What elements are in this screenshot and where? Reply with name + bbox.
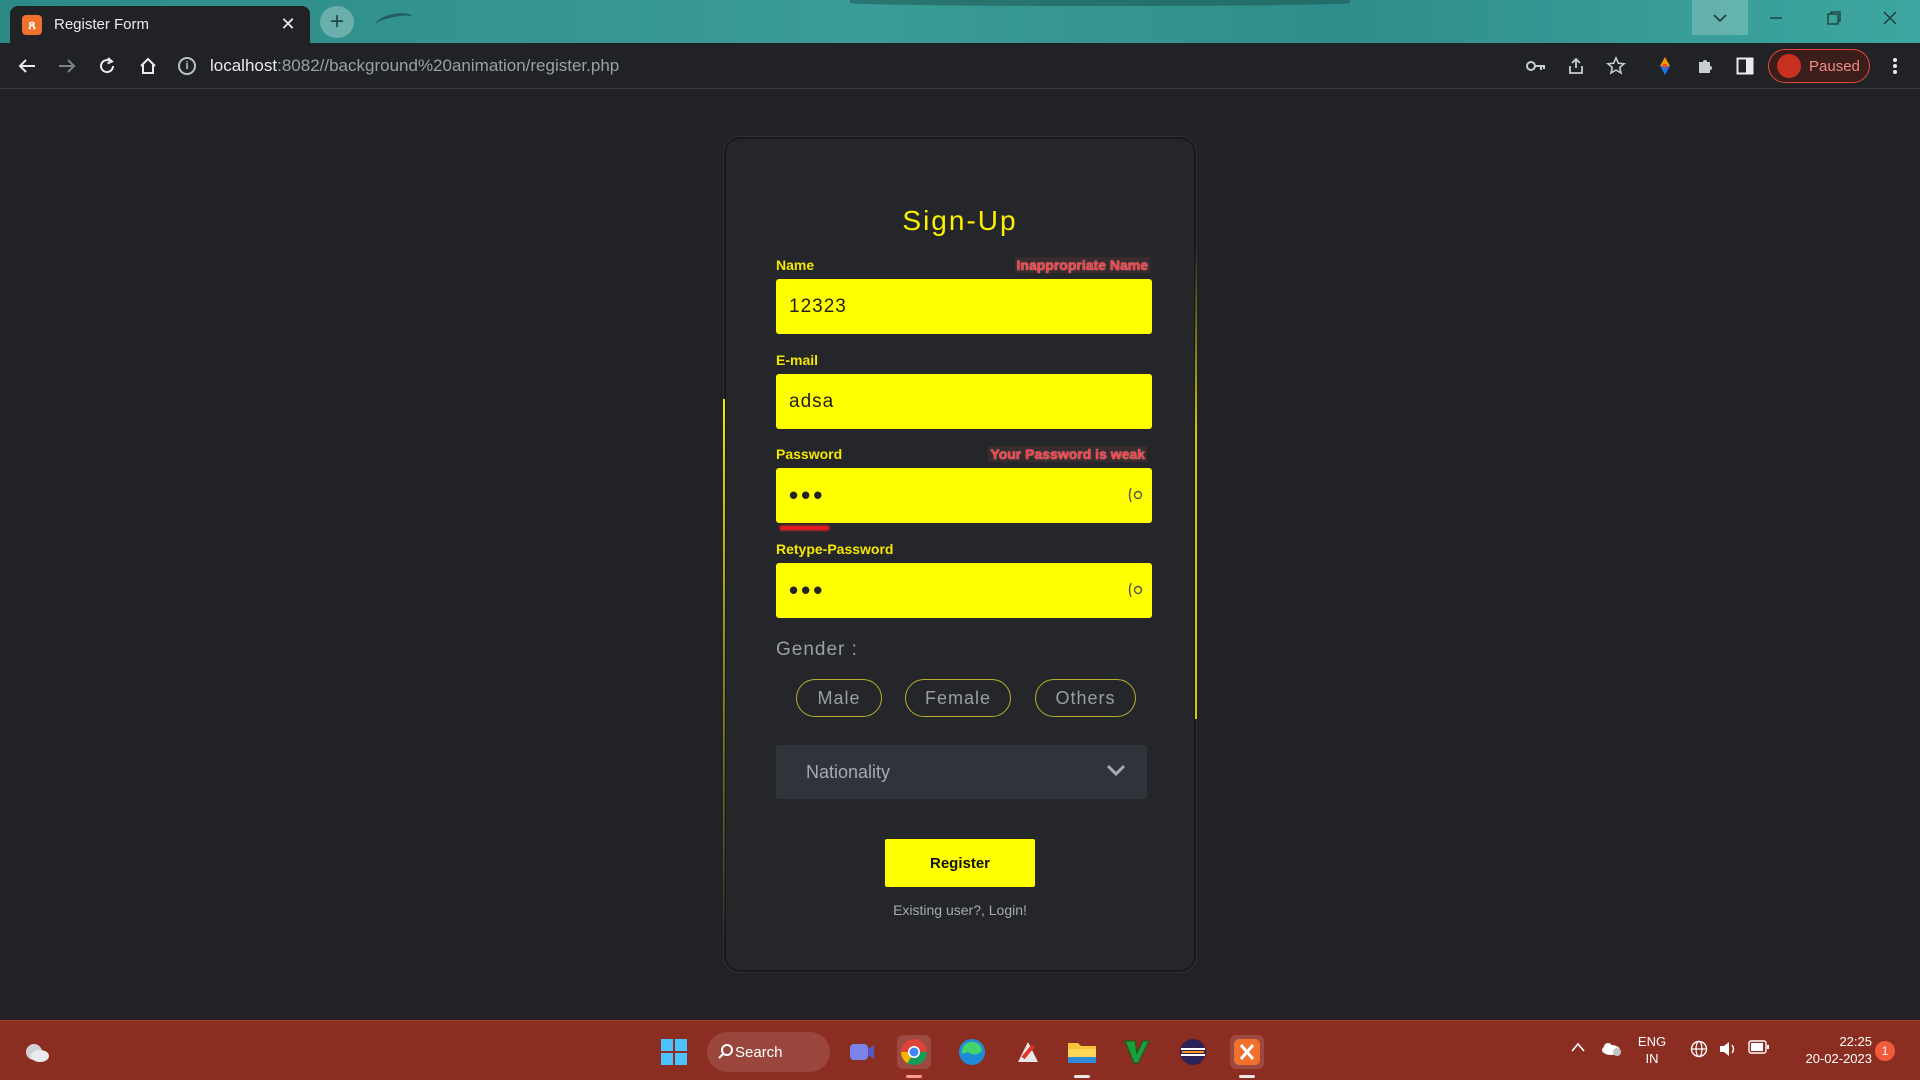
- retype-password-value: •••: [789, 575, 826, 605]
- xampp-favicon-icon: ጸ: [22, 14, 42, 35]
- search-icon: [718, 1044, 733, 1059]
- password-strength-bar: [780, 526, 829, 530]
- xampp-open-indicator: [1239, 1075, 1255, 1078]
- chevron-down-icon: [1106, 764, 1126, 777]
- notification-badge[interactable]: 1: [1875, 1041, 1895, 1061]
- explorer-open-indicator: [1074, 1075, 1090, 1078]
- new-tab-button[interactable]: +: [320, 6, 354, 38]
- tab-title: Register Form: [54, 16, 150, 33]
- nationality-select[interactable]: Nationality: [776, 745, 1147, 799]
- battery-icon[interactable]: [1748, 1040, 1770, 1059]
- gender-option-others[interactable]: Others: [1035, 679, 1136, 717]
- language-code: ENG: [1637, 1034, 1667, 1049]
- forward-button[interactable]: [52, 51, 82, 81]
- network-globe-icon[interactable]: [1690, 1040, 1708, 1063]
- gender-label: Gender :: [776, 639, 858, 660]
- back-button[interactable]: [12, 51, 42, 81]
- language-indicator[interactable]: ENG IN: [1634, 1033, 1670, 1067]
- password-input[interactable]: •••: [776, 468, 1152, 523]
- site-info-icon[interactable]: i: [178, 57, 196, 75]
- home-button[interactable]: [133, 51, 163, 81]
- name-label: Name: [776, 257, 815, 273]
- xampp-icon[interactable]: [1230, 1035, 1264, 1078]
- eclipse-icon[interactable]: [1176, 1035, 1210, 1069]
- email-input[interactable]: adsa: [776, 374, 1152, 429]
- profile-paused-button[interactable]: Paused: [1768, 49, 1870, 83]
- card-glow-left: [723, 399, 725, 939]
- forward-arrow-icon: [59, 59, 76, 73]
- restore-button[interactable]: [1806, 0, 1862, 35]
- tab-search-button[interactable]: [1692, 0, 1748, 35]
- reload-button[interactable]: [92, 51, 122, 81]
- share-icon[interactable]: [1561, 51, 1591, 81]
- back-arrow-icon: [18, 59, 35, 73]
- restore-icon: [1827, 10, 1841, 25]
- password-label: Password: [776, 446, 843, 462]
- email-label: E-mail: [776, 352, 819, 368]
- bookmark-star-icon[interactable]: [1601, 51, 1631, 81]
- tab-close-icon[interactable]: ✕: [278, 14, 298, 35]
- bird-decoration: [373, 10, 415, 32]
- signup-card: Sign-Up Name Inappropriate Name 12323 E-…: [723, 137, 1197, 972]
- extension-color-icon[interactable]: [1650, 51, 1680, 81]
- password-error: Your Password is weak: [988, 446, 1147, 462]
- chrome-icon[interactable]: [897, 1035, 931, 1078]
- form-title: Sign-Up: [902, 205, 1018, 236]
- browser-toolbar: i localhost :8082//background%20animatio…: [0, 43, 1920, 89]
- show-hidden-icons-chevron-icon[interactable]: [1570, 1040, 1586, 1058]
- name-error: Inappropriate Name: [1014, 257, 1150, 273]
- chrome-active-indicator: [906, 1075, 922, 1078]
- menu-kebab-icon[interactable]: [1880, 51, 1910, 81]
- url-path: :8082//background%20animation/register.p…: [277, 56, 620, 75]
- login-link[interactable]: Existing user?, Login!: [726, 902, 1194, 918]
- card-glow-right: [1195, 249, 1197, 719]
- profile-avatar: [1777, 54, 1801, 78]
- chevron-down-icon: [1713, 13, 1727, 22]
- close-icon: [1883, 11, 1897, 24]
- profile-status-label: Paused: [1809, 57, 1860, 75]
- extensions-puzzle-icon[interactable]: [1690, 51, 1720, 81]
- gender-option-male[interactable]: Male: [796, 679, 882, 717]
- browser-tab[interactable]: ጸ Register Form ✕: [10, 6, 310, 43]
- minimize-icon: [1770, 16, 1782, 19]
- show-retype-password-eye-icon[interactable]: [1128, 581, 1144, 599]
- browser-titlebar: ጸ Register Form ✕ +: [0, 0, 1920, 43]
- clock[interactable]: 22:25 20-02-2023: [1782, 1033, 1873, 1067]
- register-button[interactable]: Register: [885, 839, 1035, 887]
- password-value: •••: [789, 480, 826, 510]
- volume-icon[interactable]: [1718, 1040, 1738, 1063]
- minimize-button[interactable]: [1748, 0, 1804, 35]
- nationality-placeholder: Nationality: [806, 761, 891, 782]
- taskbar-search-button[interactable]: Search: [707, 1032, 830, 1072]
- reload-icon: [100, 57, 115, 74]
- region-code: IN: [1645, 1051, 1659, 1066]
- clock-time: 22:25: [1839, 1034, 1872, 1049]
- taskbar-search-label: Search: [735, 1043, 783, 1061]
- windows-start-icon[interactable]: [657, 1035, 691, 1069]
- home-icon: [140, 57, 156, 74]
- retype-password-input[interactable]: •••: [776, 563, 1152, 618]
- retype-password-label: Retype-Password: [776, 541, 894, 557]
- app-icon[interactable]: [1011, 1035, 1045, 1069]
- edge-icon[interactable]: [955, 1035, 989, 1069]
- side-panel-icon[interactable]: [1730, 51, 1760, 81]
- file-explorer-icon[interactable]: [1065, 1035, 1099, 1078]
- close-window-button[interactable]: [1862, 0, 1918, 35]
- gender-option-female[interactable]: Female: [905, 679, 1011, 717]
- address-bar[interactable]: i localhost :8082//background%20animatio…: [178, 47, 1508, 85]
- background-wave: [850, 0, 1350, 6]
- teams-icon[interactable]: [845, 1035, 879, 1069]
- show-password-eye-icon[interactable]: [1128, 486, 1144, 504]
- onedrive-icon[interactable]: [1600, 1040, 1622, 1061]
- weather-widget-icon[interactable]: [20, 1035, 54, 1069]
- name-input[interactable]: 12323: [776, 279, 1152, 334]
- clock-date: 20-02-2023: [1805, 1051, 1873, 1066]
- page-body: Sign-Up Name Inappropriate Name 12323 E-…: [0, 89, 1920, 1020]
- url-host: localhost: [210, 56, 278, 75]
- password-key-icon[interactable]: [1521, 51, 1551, 81]
- windows-taskbar: Search ENG IN 22:25 20-02-2023 1: [0, 1020, 1920, 1080]
- vim-icon[interactable]: [1120, 1035, 1154, 1069]
